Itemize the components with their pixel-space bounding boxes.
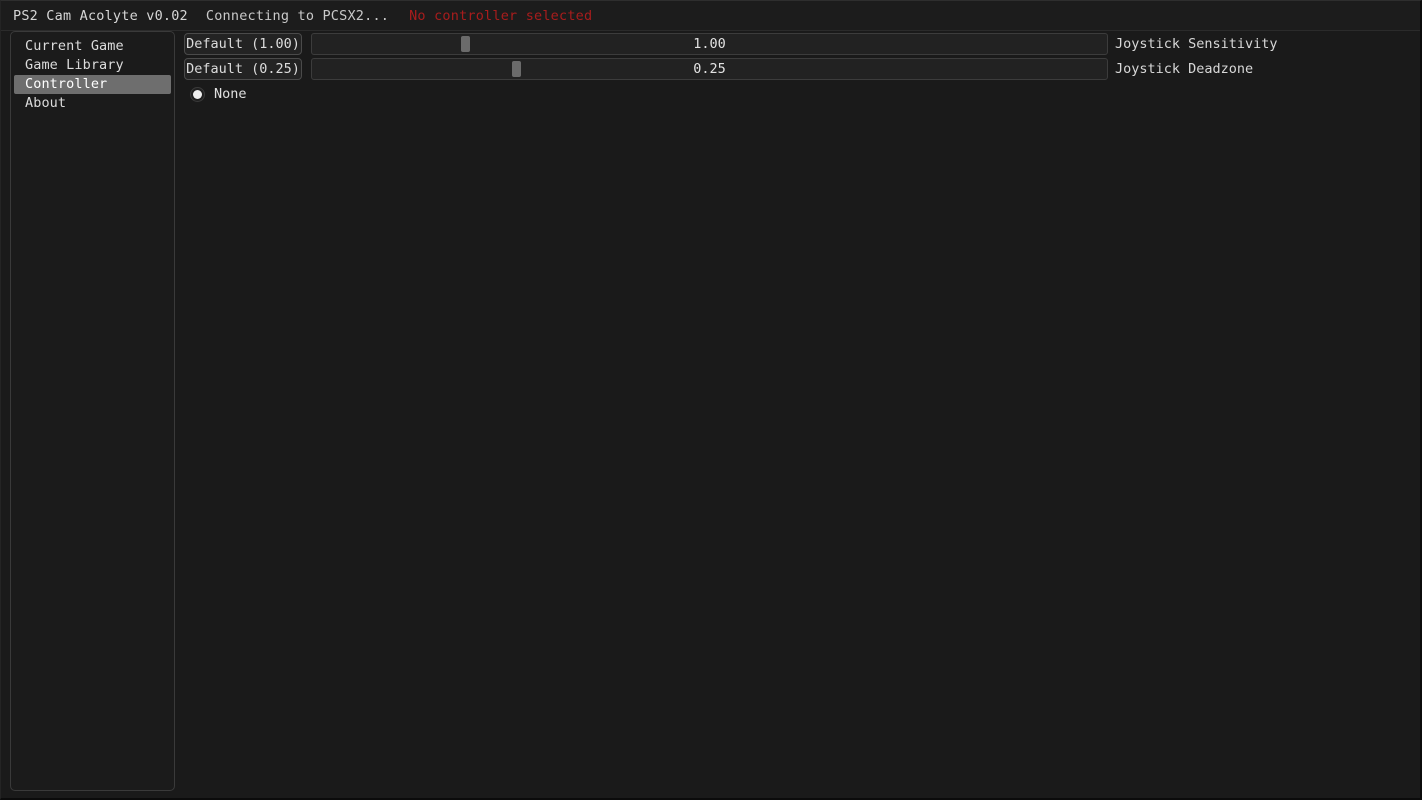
joystick-deadzone-slider[interactable]: 0.25: [311, 58, 1108, 80]
app-window: PS2 Cam Acolyte v0.02 Connecting to PCSX…: [0, 0, 1422, 800]
joystick-sensitivity-value: 1.00: [693, 36, 726, 52]
setting-row-joystick-sensitivity: Default (1.00) 1.00 Joystick Sensitivity: [184, 33, 1418, 55]
joystick-deadzone-slider-handle[interactable]: [512, 61, 522, 77]
joystick-deadzone-label: Joystick Deadzone: [1115, 61, 1254, 77]
app-title: PS2 Cam Acolyte v0.02: [13, 7, 188, 24]
controller-settings-panel: Default (1.00) 1.00 Joystick Sensitivity…: [184, 33, 1418, 796]
sidebar-item-current-game[interactable]: Current Game: [14, 37, 171, 56]
controller-select-row: None: [184, 83, 1418, 105]
connection-status: Connecting to PCSX2...: [205, 7, 390, 24]
controller-radio-none[interactable]: [190, 86, 205, 102]
joystick-sensitivity-slider[interactable]: 1.00: [311, 33, 1108, 55]
reset-default-deadzone-button[interactable]: Default (0.25): [184, 58, 302, 80]
sidebar-item-controller[interactable]: Controller: [14, 75, 171, 94]
sidebar-item-game-library[interactable]: Game Library: [14, 56, 171, 75]
setting-row-joystick-deadzone: Default (0.25) 0.25 Joystick Deadzone: [184, 58, 1418, 80]
radio-selected-dot: [193, 89, 202, 99]
sidebar-item-about[interactable]: About: [14, 94, 171, 113]
joystick-sensitivity-slider-handle[interactable]: [461, 36, 471, 52]
joystick-deadzone-value: 0.25: [693, 61, 726, 77]
controller-radio-none-label[interactable]: None: [214, 86, 247, 102]
joystick-sensitivity-label: Joystick Sensitivity: [1115, 36, 1278, 52]
reset-default-sensitivity-button[interactable]: Default (1.00): [184, 33, 302, 55]
sidebar-nav: Current Game Game Library Controller Abo…: [10, 31, 175, 791]
title-bar: PS2 Cam Acolyte v0.02 Connecting to PCSX…: [1, 1, 1420, 31]
controller-warning: No controller selected: [409, 7, 593, 24]
